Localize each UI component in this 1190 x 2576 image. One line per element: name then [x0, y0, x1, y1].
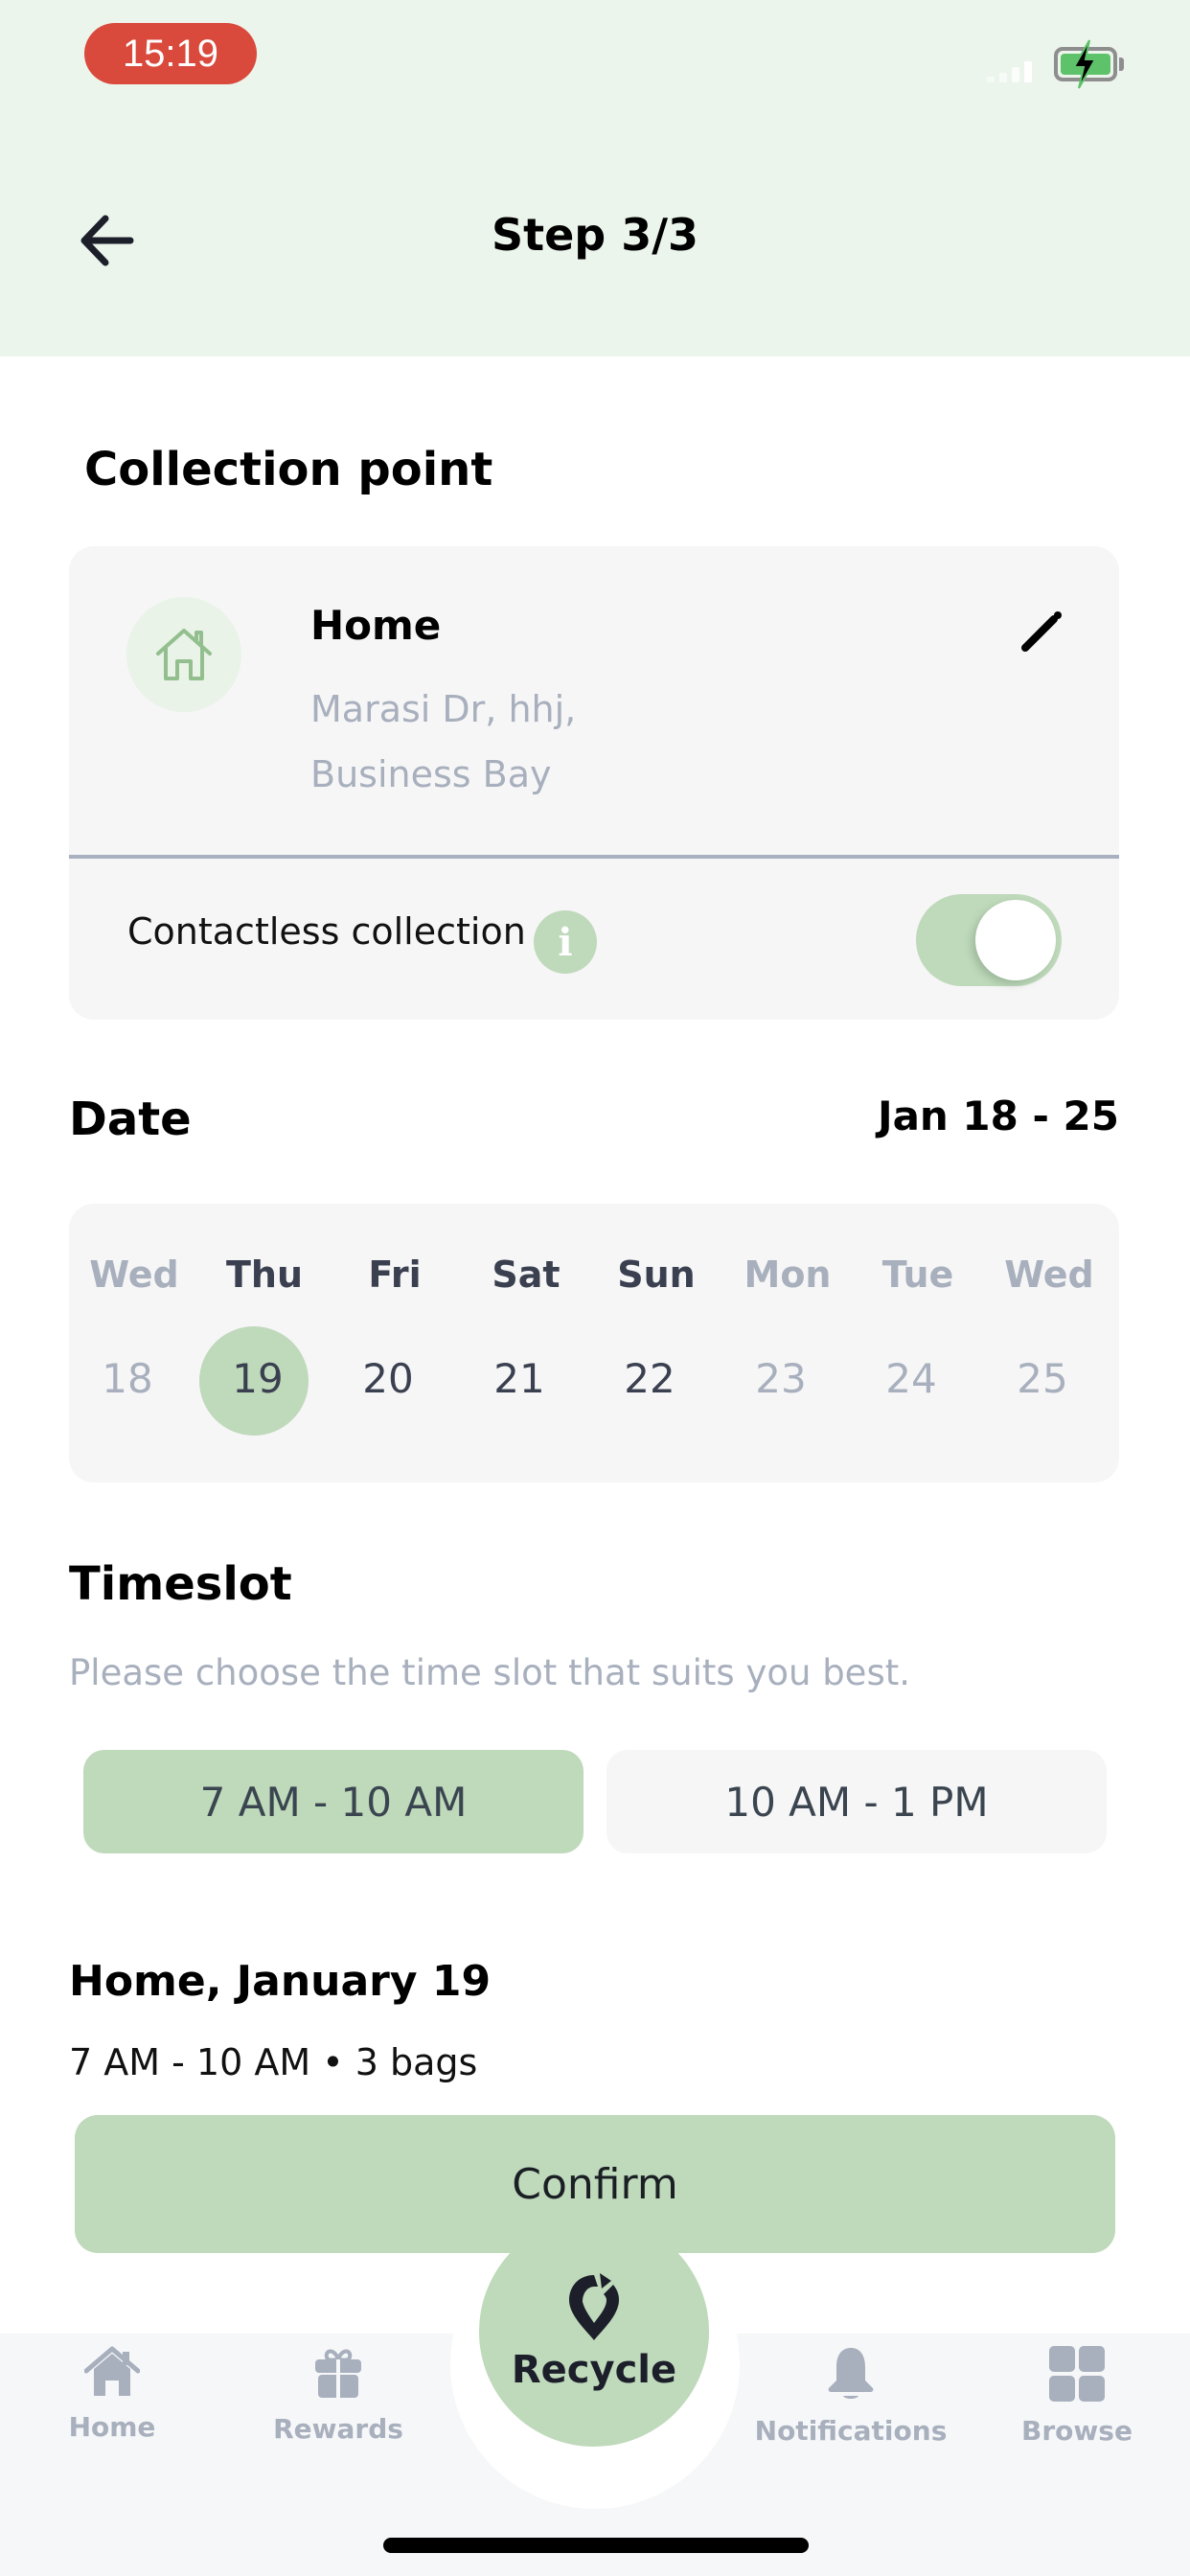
weekday-label: Mon — [744, 1254, 832, 1296]
location-name: Home — [310, 602, 442, 649]
date-cell: 25 — [1017, 1355, 1068, 1402]
summary-title: Home, January 19 — [69, 1957, 492, 2006]
address-line-1: Marasi Dr, hhj, — [310, 688, 577, 730]
collection-point-heading: Collection point — [84, 443, 493, 496]
summary-detail: 7 AM - 10 AM • 3 bags — [69, 2041, 478, 2083]
nav-label-recycle: Recycle — [511, 2348, 677, 2392]
date-heading: Date — [69, 1092, 192, 1146]
date-cell[interactable]: 21 — [462, 1355, 577, 1402]
timeslot-subtitle: Please choose the time slot that suits y… — [69, 1652, 910, 1693]
nav-label-notifications: Notifications — [754, 2415, 948, 2447]
battery-tip — [1119, 58, 1124, 71]
weekday-label: Fri — [368, 1254, 422, 1296]
info-icon[interactable]: i — [534, 910, 597, 974]
home-icon — [84, 2346, 140, 2396]
nav-item-rewards[interactable]: Rewards — [242, 2346, 434, 2445]
nav-label-home: Home — [68, 2411, 156, 2443]
timeslot-heading: Timeslot — [69, 1557, 292, 1611]
weekday-label: Wed — [89, 1254, 179, 1296]
date-cell: 18 — [102, 1355, 153, 1402]
status-time: 15:19 — [84, 23, 257, 84]
date-cell: 24 — [885, 1355, 937, 1402]
timeslot-option-selected[interactable]: 7 AM - 10 AM — [83, 1750, 584, 1853]
nav-item-recycle[interactable]: Recycle — [479, 2217, 709, 2447]
toggle-knob — [975, 900, 1056, 980]
contactless-toggle[interactable] — [916, 894, 1062, 986]
gift-icon — [315, 2349, 361, 2398]
bell-icon — [828, 2348, 874, 2399]
nav-item-home[interactable]: Home — [16, 2346, 208, 2443]
address-line-2: Business Bay — [310, 753, 552, 795]
weekday-label: Tue — [881, 1254, 954, 1296]
date-range: Jan 18 - 25 — [877, 1092, 1119, 1139]
home-location-icon — [126, 597, 241, 712]
date-cell: 23 — [755, 1355, 807, 1402]
weekday-label: Sat — [492, 1254, 561, 1296]
nav-label-rewards: Rewards — [273, 2413, 403, 2445]
weekday-label: Thu — [225, 1254, 304, 1296]
date-cell[interactable]: 22 — [592, 1355, 707, 1402]
nav-item-browse[interactable]: Browse — [981, 2346, 1173, 2447]
contactless-label: Contactless collection — [127, 910, 526, 953]
page-title: Step 3/3 — [491, 209, 699, 261]
signal-icon — [987, 56, 1041, 82]
weekday-label: Wed — [1004, 1254, 1094, 1296]
edit-pencil-icon[interactable] — [1018, 608, 1065, 656]
date-cell-selected[interactable]: 19 — [200, 1355, 315, 1402]
home-indicator — [383, 2538, 809, 2553]
weekday-label: Sun — [617, 1254, 696, 1296]
recycle-pin-icon — [569, 2273, 619, 2340]
nav-item-notifications[interactable]: Notifications — [755, 2346, 947, 2447]
card-divider — [69, 855, 1119, 859]
timeslot-option[interactable]: 10 AM - 1 PM — [606, 1750, 1107, 1853]
nav-label-browse: Browse — [1021, 2415, 1133, 2447]
charging-bolt-icon — [1072, 39, 1097, 89]
date-cell[interactable]: 20 — [331, 1355, 446, 1402]
grid-icon — [1049, 2346, 1105, 2402]
